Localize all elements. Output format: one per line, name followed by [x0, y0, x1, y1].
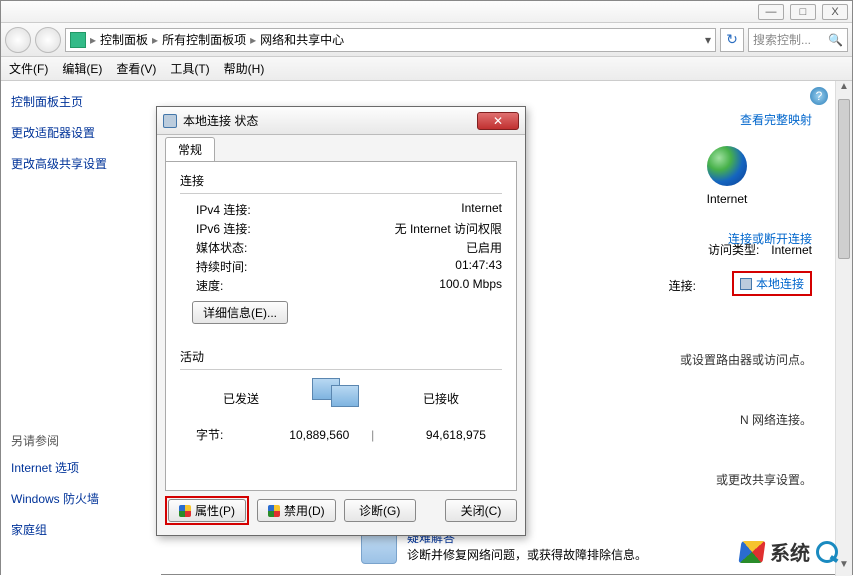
control-panel-icon	[70, 32, 86, 48]
body-text-3: 或更改共享设置。	[716, 471, 812, 488]
body-text-1: 或设置路由器或访问点。	[680, 351, 812, 368]
duration-label: 持续时间:	[196, 258, 247, 275]
watermark-q-icon	[816, 541, 838, 563]
bytes-label: 字节:	[196, 426, 246, 443]
see-also-heading: 另请参阅	[11, 432, 151, 449]
full-map-link[interactable]: 查看完整映射	[740, 113, 812, 127]
access-type-value: Internet	[771, 243, 812, 257]
shield-icon	[179, 505, 191, 517]
access-type-label: 访问类型:	[708, 241, 768, 258]
breadcrumb-item[interactable]: 网络和共享中心	[260, 31, 344, 48]
forward-button[interactable]	[35, 27, 61, 53]
tab-general[interactable]: 常规	[165, 137, 215, 161]
help-icon[interactable]: ?	[810, 87, 828, 105]
internet-label: Internet	[642, 192, 812, 206]
network-map: 查看完整映射 Internet 连接或断开连接	[642, 111, 812, 247]
dialog-close-button[interactable]: ✕	[477, 112, 519, 130]
sidebar-heading[interactable]: 控制面板主页	[11, 93, 151, 110]
search-input[interactable]: 搜索控制... 🔍	[748, 28, 848, 52]
menu-view[interactable]: 查看(V)	[116, 60, 156, 77]
network-adapter-icon	[740, 278, 752, 290]
network-adapter-icon	[163, 114, 177, 128]
chevron-right-icon: ▸	[90, 33, 96, 47]
connection-status-dialog: 本地连接 状态 ✕ 常规 连接 IPv4 连接: Internet IPv6 连接…	[156, 106, 526, 536]
details-button[interactable]: 详细信息(E)...	[192, 301, 288, 324]
internet-globe-icon	[707, 146, 747, 186]
menu-file[interactable]: 文件(F)	[9, 60, 48, 77]
media-value: 已启用	[466, 239, 502, 256]
connection-group-label: 连接	[180, 172, 502, 189]
received-label: 已接收	[396, 390, 486, 407]
menu-edit[interactable]: 编辑(E)	[62, 60, 102, 77]
connection-label: 连接:	[669, 277, 729, 294]
connection-row: 连接: 本地连接	[669, 271, 812, 296]
activity-group-label: 活动	[180, 348, 502, 365]
sidebar-link-adapter[interactable]: 更改适配器设置	[11, 124, 151, 141]
sidebar-link-homegroup[interactable]: 家庭组	[11, 521, 151, 538]
breadcrumb-item[interactable]: 所有控制面板项	[162, 31, 246, 48]
chevron-right-icon: ▸	[152, 33, 158, 47]
scroll-up-icon[interactable]: ▲	[836, 81, 852, 98]
troubleshoot-desc: 诊断并修复网络问题，或获得故障排除信息。	[407, 546, 647, 563]
ipv6-label: IPv6 连接:	[196, 220, 251, 237]
sidebar-link-internet-options[interactable]: Internet 选项	[11, 459, 151, 476]
bytes-received-value: 94,618,975	[396, 428, 486, 442]
search-placeholder: 搜索控制...	[753, 31, 811, 48]
shield-icon	[268, 505, 280, 517]
minimize-button[interactable]: —	[758, 4, 784, 20]
close-button[interactable]: X	[822, 4, 848, 20]
back-button[interactable]	[5, 27, 31, 53]
body-text-2: N 网络连接。	[740, 411, 812, 428]
ipv4-value: Internet	[461, 201, 502, 218]
disable-button[interactable]: 禁用(D)	[257, 499, 336, 522]
windows-flag-icon	[738, 541, 765, 563]
menu-tools[interactable]: 工具(T)	[170, 60, 209, 77]
scrollbar-thumb[interactable]	[838, 99, 850, 259]
tab-row: 常规	[157, 135, 525, 161]
breadcrumb[interactable]: ▸ 控制面板 ▸ 所有控制面板项 ▸ 网络和共享中心 ▾	[65, 28, 716, 52]
dropdown-icon[interactable]: ▾	[705, 33, 711, 47]
watermark: 系统	[740, 537, 838, 566]
watermark-text: 系统	[770, 537, 810, 566]
menubar: 文件(F) 编辑(E) 查看(V) 工具(T) 帮助(H)	[1, 57, 852, 81]
vertical-scrollbar[interactable]: ▲ ▼	[835, 81, 852, 576]
sidebar-link-firewall[interactable]: Windows 防火墙	[11, 490, 151, 507]
access-type-row: 访问类型: Internet	[708, 241, 812, 258]
dialog-titlebar: 本地连接 状态 ✕	[157, 107, 525, 135]
close-button[interactable]: 关闭(C)	[445, 499, 517, 522]
ipv4-label: IPv4 连接:	[196, 201, 251, 218]
scroll-down-icon[interactable]: ▼	[836, 559, 852, 576]
breadcrumb-item[interactable]: 控制面板	[100, 31, 148, 48]
dialog-title: 本地连接 状态	[183, 112, 258, 129]
speed-value: 100.0 Mbps	[439, 277, 502, 294]
maximize-button[interactable]: □	[790, 4, 816, 20]
refresh-button[interactable]: ↻	[720, 28, 744, 52]
sent-label: 已发送	[196, 390, 286, 407]
menu-help[interactable]: 帮助(H)	[224, 60, 265, 77]
media-label: 媒体状态:	[196, 239, 247, 256]
ipv6-value: 无 Internet 访问权限	[395, 220, 502, 237]
sidebar: 控制面板主页 更改适配器设置 更改高级共享设置 另请参阅 Internet 选项…	[1, 81, 161, 576]
speed-label: 速度:	[196, 277, 223, 294]
window-titlebar: — □ X	[1, 1, 852, 23]
local-connection-link[interactable]: 本地连接	[732, 271, 812, 296]
duration-value: 01:47:43	[455, 258, 502, 275]
diagnose-button[interactable]: 诊断(G)	[344, 499, 416, 522]
dialog-body: 连接 IPv4 连接: Internet IPv6 连接: 无 Internet 访…	[165, 161, 517, 491]
connection-value: 本地连接	[756, 275, 804, 292]
properties-button[interactable]: 属性(P)	[168, 499, 246, 522]
search-icon: 🔍	[828, 33, 843, 47]
activity-computers-icon	[306, 376, 376, 420]
dialog-footer: 属性(P) 禁用(D) 诊断(G) 关闭(C)	[165, 496, 517, 525]
chevron-right-icon: ▸	[250, 33, 256, 47]
bytes-sent-value: 10,889,560	[259, 428, 349, 442]
nav-toolbar: ▸ 控制面板 ▸ 所有控制面板项 ▸ 网络和共享中心 ▾ ↻ 搜索控制... 🔍	[1, 23, 852, 57]
sidebar-link-sharing[interactable]: 更改高级共享设置	[11, 155, 151, 172]
